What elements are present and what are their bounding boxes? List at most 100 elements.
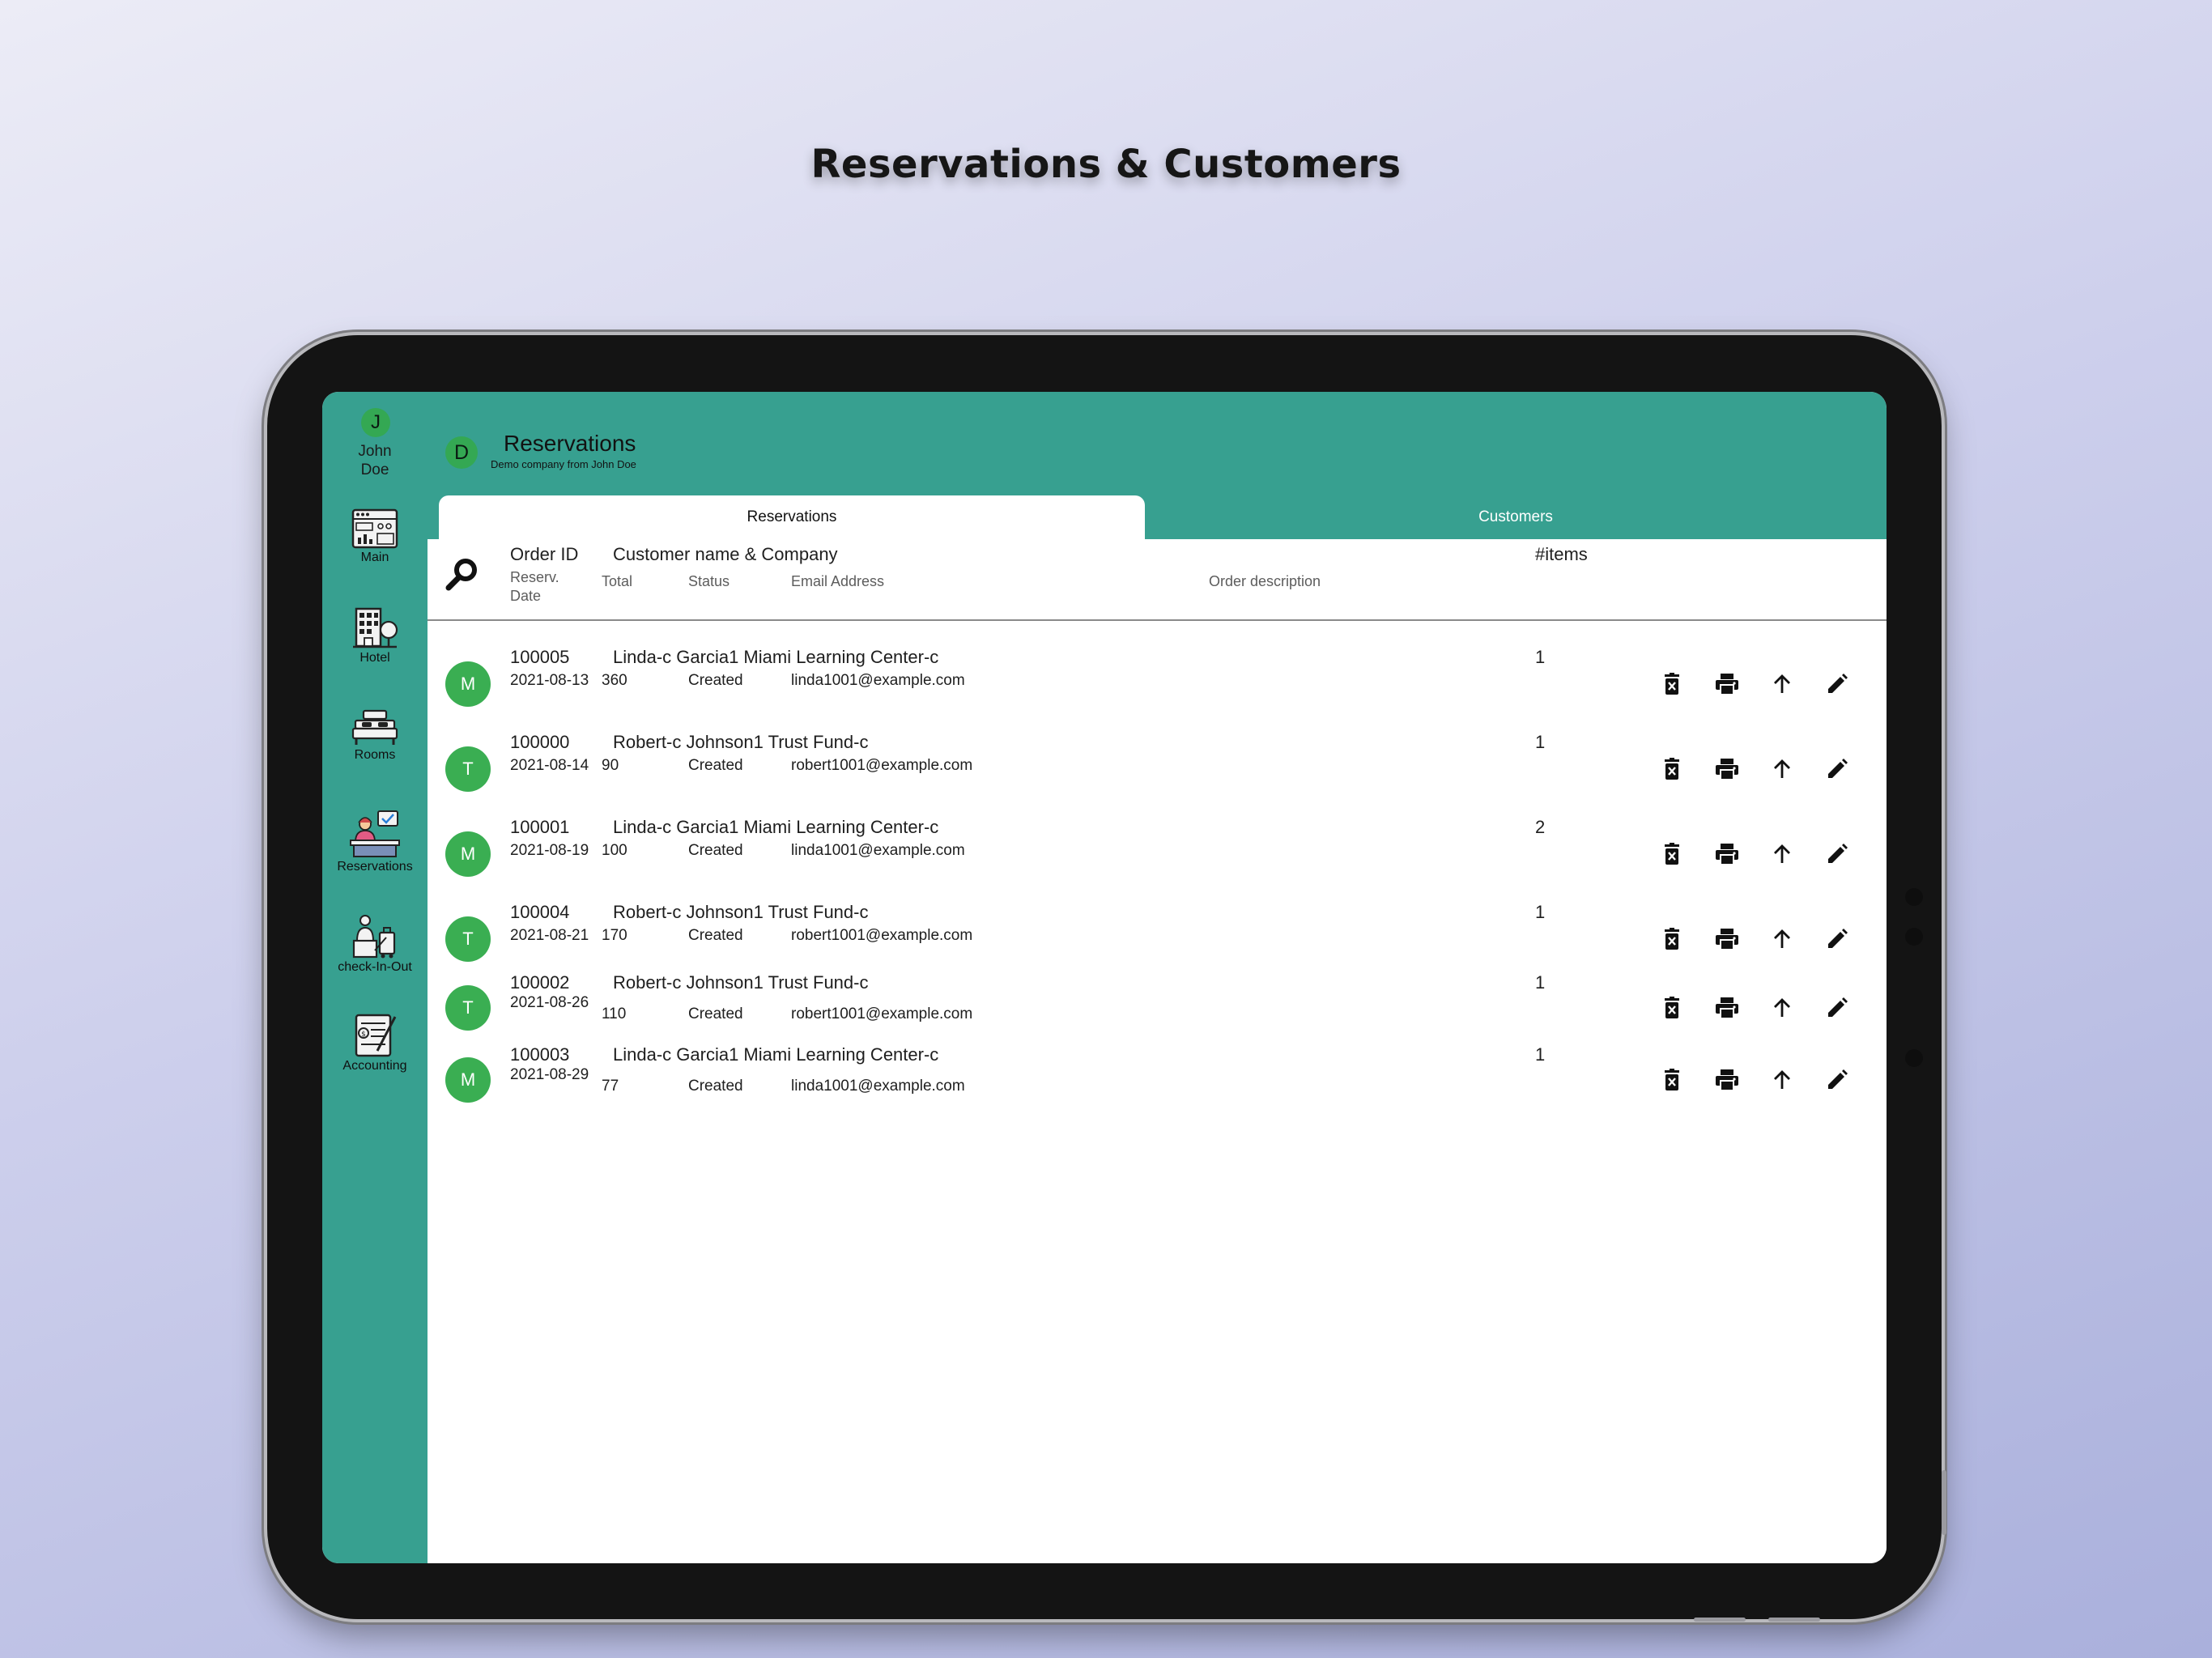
delete-icon[interactable] [1654, 921, 1690, 957]
sidebar-item-hotel[interactable]: Hotel [322, 606, 428, 665]
column-reserv-date[interactable]: Reserv. Date [510, 568, 559, 606]
camera-dot [1905, 1049, 1923, 1067]
edit-icon[interactable] [1819, 990, 1855, 1026]
edit-icon[interactable] [1819, 921, 1855, 957]
print-icon[interactable] [1709, 751, 1745, 787]
print-icon[interactable] [1709, 921, 1745, 957]
customer-avatar: T [445, 746, 491, 792]
column-email[interactable]: Email Address [791, 573, 884, 590]
status: Created [688, 1078, 743, 1095]
delete-icon[interactable] [1654, 666, 1690, 702]
customer-avatar: M [445, 831, 491, 877]
column-total[interactable]: Total [602, 573, 632, 590]
arrow-up-icon[interactable] [1764, 666, 1800, 702]
column-reserv-date-line2: Date [510, 588, 542, 604]
edit-icon[interactable] [1819, 751, 1855, 787]
print-icon[interactable] [1709, 1062, 1745, 1098]
delete-icon[interactable] [1654, 1062, 1690, 1098]
table-header: Order ID Customer name & Company #items … [428, 539, 1887, 621]
column-order-id[interactable]: Order ID [510, 544, 578, 565]
company-avatar[interactable]: D [445, 436, 478, 469]
reservation-row[interactable]: M 100003 Linda-c Garcia1 Miami Learning … [428, 1026, 1887, 1103]
customer-avatar: M [445, 1057, 491, 1103]
arrow-up-icon[interactable] [1764, 921, 1800, 957]
reservation-row[interactable]: M 100005 Linda-c Garcia1 Miami Learning … [428, 628, 1887, 709]
customer-name: Linda-c Garcia1 Miami Learning Center-c [613, 1044, 939, 1065]
column-items[interactable]: #items [1535, 544, 1588, 565]
print-icon[interactable] [1709, 836, 1745, 872]
sidebar-item-label: Rooms [354, 748, 396, 762]
company-subtitle: Demo company from John Doe [491, 458, 636, 470]
reservations-panel: Order ID Customer name & Company #items … [428, 539, 1887, 1563]
sidebar-item-reservations[interactable]: Reservations [322, 810, 428, 874]
reservation-date: 2021-08-26 [510, 994, 589, 1011]
status: Created [688, 927, 743, 944]
ledger-icon: $ [322, 1012, 428, 1057]
status: Created [688, 672, 743, 689]
delete-icon[interactable] [1654, 990, 1690, 1026]
reservation-row[interactable]: M 100001 Linda-c Garcia1 Miami Learning … [428, 798, 1887, 879]
banner-title: Reservations & Customers [810, 142, 1402, 187]
app-screen: J John Doe Main Hotel Rooms Reservations… [322, 392, 1887, 1563]
customer-name: Robert-c Johnson1 Trust Fund-c [613, 972, 869, 993]
email: robert1001@example.com [791, 1005, 973, 1022]
email: robert1001@example.com [791, 927, 973, 944]
user-last-name: Doe [360, 461, 389, 478]
arrow-up-icon[interactable] [1764, 836, 1800, 872]
sidebar-item-label: check-In-Out [338, 960, 412, 974]
reservation-row[interactable]: T 100000 Robert-c Johnson1 Trust Fund-c … [428, 713, 1887, 794]
camera-dot [1905, 928, 1923, 946]
email: linda1001@example.com [791, 1078, 965, 1095]
column-customer[interactable]: Customer name & Company [613, 544, 838, 565]
total: 110 [602, 1005, 627, 1022]
total: 77 [602, 1078, 619, 1095]
delete-icon[interactable] [1654, 751, 1690, 787]
reservation-date: 2021-08-14 [510, 757, 589, 774]
sidebar-item-label: Reservations [337, 860, 413, 874]
email: linda1001@example.com [791, 842, 965, 859]
side-button [1942, 1470, 1946, 1535]
arrow-up-icon[interactable] [1764, 990, 1800, 1026]
delete-icon[interactable] [1654, 836, 1690, 872]
print-icon[interactable] [1709, 666, 1745, 702]
edit-icon[interactable] [1819, 666, 1855, 702]
arrow-up-icon[interactable] [1764, 751, 1800, 787]
luggage-icon [322, 913, 428, 959]
hotel-building-icon [322, 606, 428, 649]
customer-avatar: M [445, 661, 491, 707]
bottom-button [1768, 1618, 1820, 1622]
arrow-up-icon[interactable] [1764, 1062, 1800, 1098]
sidebar-item-main[interactable]: Main [322, 508, 428, 565]
status: Created [688, 1005, 743, 1022]
sidebar-item-label: Hotel [359, 651, 390, 665]
tab-reservations[interactable]: Reservations [439, 495, 1145, 539]
item-count: 1 [1535, 1044, 1546, 1065]
sidebar-item-accounting[interactable]: $ Accounting [322, 1012, 428, 1073]
camera-dot [1905, 888, 1923, 906]
reservation-row[interactable]: T 100002 Robert-c Johnson1 Trust Fund-c … [428, 954, 1887, 1031]
edit-icon[interactable] [1819, 836, 1855, 872]
column-status[interactable]: Status [688, 573, 730, 590]
sidebar-item-check-in-out[interactable]: check-In-Out [322, 913, 428, 975]
print-icon[interactable] [1709, 990, 1745, 1026]
tab-customers[interactable]: Customers [1145, 495, 1887, 539]
customer-name: Linda-c Garcia1 Miami Learning Center-c [613, 647, 939, 667]
customer-name: Robert-c Johnson1 Trust Fund-c [613, 732, 869, 752]
search-icon[interactable] [444, 555, 481, 597]
item-count: 1 [1535, 647, 1546, 667]
order-id: 100002 [510, 972, 570, 993]
bottom-button [1694, 1618, 1746, 1622]
status: Created [688, 757, 743, 774]
sidebar-item-rooms[interactable]: Rooms [322, 709, 428, 763]
reservation-date: 2021-08-19 [510, 842, 589, 859]
sidebar: J John Doe Main Hotel Rooms Reservations… [322, 392, 428, 1563]
receptionist-icon [322, 810, 428, 858]
item-count: 1 [1535, 972, 1546, 993]
order-id: 100001 [510, 817, 570, 837]
customer-name: Robert-c Johnson1 Trust Fund-c [613, 902, 869, 922]
reservation-row[interactable]: T 100004 Robert-c Johnson1 Trust Fund-c … [428, 883, 1887, 964]
user-avatar[interactable]: J [361, 408, 390, 437]
page-title: Reservations [504, 431, 636, 456]
column-order-description[interactable]: Order description [1209, 573, 1321, 590]
edit-icon[interactable] [1819, 1062, 1855, 1098]
